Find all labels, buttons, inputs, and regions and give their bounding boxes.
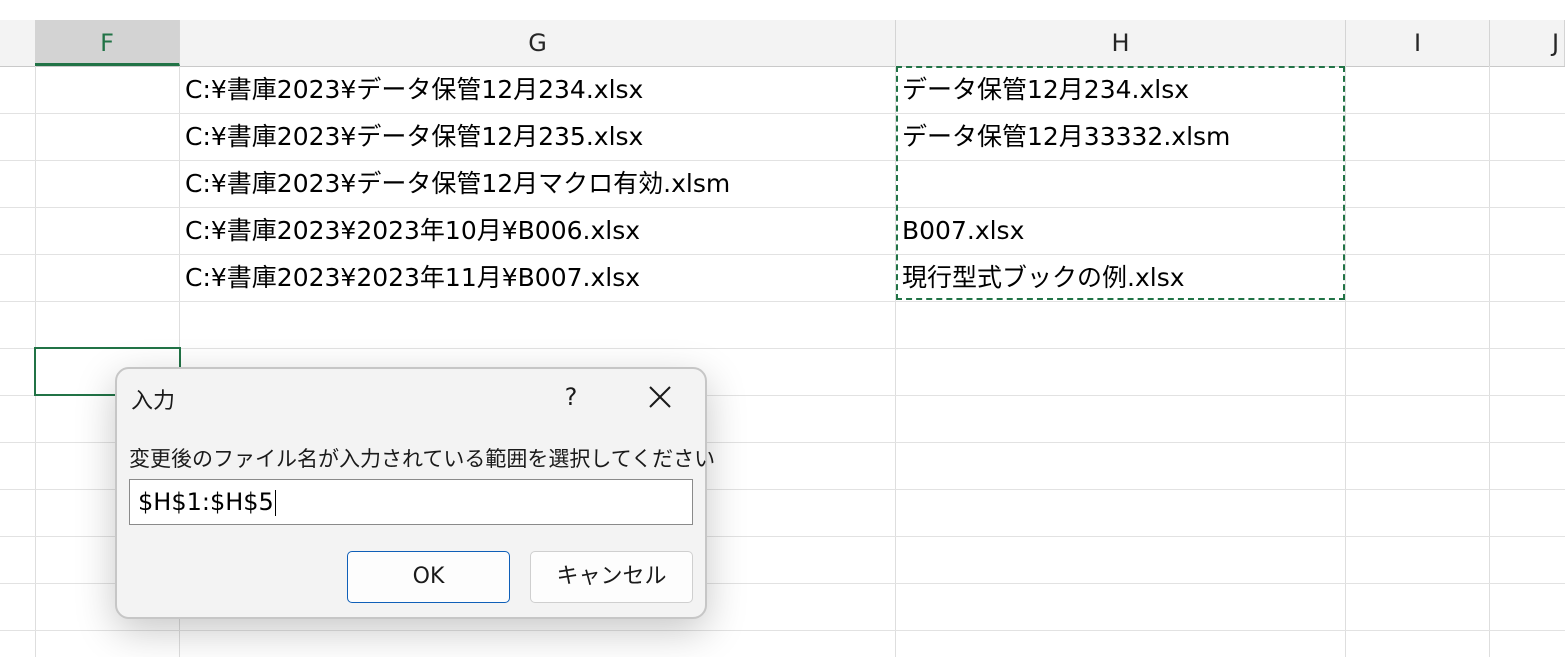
column-header-j[interactable]: J (1490, 20, 1565, 66)
gridline (0, 301, 1565, 302)
column-header-g[interactable]: G (180, 20, 896, 66)
help-icon[interactable]: ? (551, 377, 591, 417)
column-header-i[interactable]: I (1346, 20, 1490, 66)
dialog-prompt: 変更後のファイル名が入力されている範囲を選択してください (129, 447, 716, 471)
ok-button[interactable]: OK (347, 551, 510, 603)
gridline (1345, 66, 1346, 657)
dialog-title: 入力 (131, 389, 176, 414)
input-dialog: 入力 ? 変更後のファイル名が入力されている範囲を選択してください $H$1:$… (115, 367, 715, 619)
cell-g2[interactable]: C:¥書庫2023¥データ保管12月235.xlsx (185, 114, 891, 160)
column-header-f[interactable]: F (35, 20, 180, 66)
gridline (1489, 66, 1490, 657)
gridline (0, 348, 1565, 349)
ribbon-edge (0, 0, 1565, 20)
gridline (0, 630, 1565, 631)
range-input[interactable]: $H$1:$H$5 (129, 479, 693, 525)
cell-g1[interactable]: C:¥書庫2023¥データ保管12月234.xlsx (185, 67, 891, 113)
range-input-value: $H$1:$H$5 (138, 488, 274, 516)
copy-range-marquee (896, 66, 1345, 300)
close-icon[interactable] (639, 377, 681, 419)
cell-g5[interactable]: C:¥書庫2023¥2023年11月¥B007.xlsx (185, 255, 891, 301)
column-header-h[interactable]: H (896, 20, 1346, 66)
cell-g4[interactable]: C:¥書庫2023¥2023年10月¥B006.xlsx (185, 208, 891, 254)
text-caret (274, 490, 276, 516)
cell-g3[interactable]: C:¥書庫2023¥データ保管12月マクロ有効.xlsm (185, 161, 891, 207)
cancel-button[interactable]: キャンセル (530, 551, 693, 603)
